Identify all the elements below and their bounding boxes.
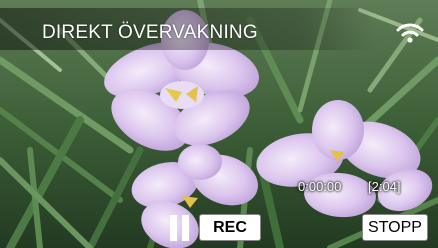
pause-icon[interactable] bbox=[170, 215, 190, 241]
elapsed-time: 0:00:00 bbox=[298, 179, 342, 194]
stop-button[interactable]: STOPP bbox=[362, 214, 428, 241]
live-monitoring-screen: DIREKT ÖVERVAKNING 0:00:00 [2:04] REC ST… bbox=[0, 0, 438, 248]
wifi-icon bbox=[396, 23, 424, 43]
rec-button[interactable]: REC bbox=[199, 214, 261, 241]
page-title: DIREKT ÖVERVAKNING bbox=[42, 22, 258, 43]
remaining-time: [2:04] bbox=[368, 179, 401, 194]
